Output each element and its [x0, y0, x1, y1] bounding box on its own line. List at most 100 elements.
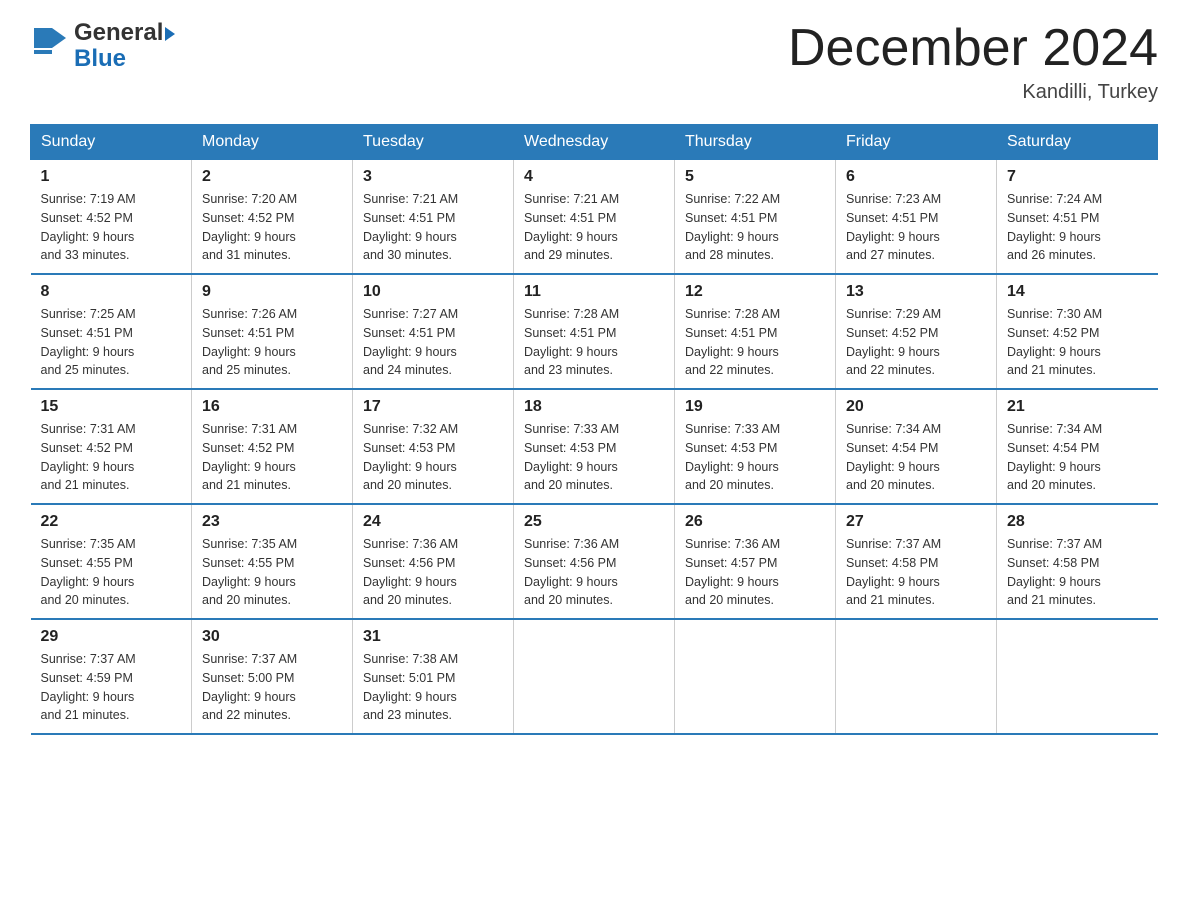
day-info: Sunrise: 7:30 AMSunset: 4:52 PMDaylight:…: [1007, 305, 1148, 380]
weekday-header-sunday: Sunday: [31, 125, 192, 160]
calendar-cell: 27 Sunrise: 7:37 AMSunset: 4:58 PMDayligh…: [836, 504, 997, 619]
day-info: Sunrise: 7:27 AMSunset: 4:51 PMDaylight:…: [363, 305, 503, 380]
day-number: 2: [202, 168, 342, 186]
day-info: Sunrise: 7:26 AMSunset: 4:51 PMDaylight:…: [202, 305, 342, 380]
calendar-cell: 31Sunrise: 7:38 AMSunset: 5:01 PMDayligh…: [353, 619, 514, 734]
calendar-cell: 16 Sunrise: 7:31 AMSunset: 4:52 PMDayligh…: [192, 389, 353, 504]
day-number: 31: [363, 628, 503, 646]
calendar-cell: 8 Sunrise: 7:25 AMSunset: 4:51 PMDaylight…: [31, 274, 192, 389]
day-number: 11: [524, 283, 664, 301]
calendar-cell: 26 Sunrise: 7:36 AMSunset: 4:57 PMDayligh…: [675, 504, 836, 619]
calendar-cell: 7Sunrise: 7:24 AMSunset: 4:51 PMDaylight…: [997, 160, 1158, 275]
day-number: 9: [202, 283, 342, 301]
calendar-cell: 24 Sunrise: 7:36 AMSunset: 4:56 PMDayligh…: [353, 504, 514, 619]
day-info: Sunrise: 7:31 AMSunset: 4:52 PMDaylight:…: [202, 420, 342, 495]
weekday-header-wednesday: Wednesday: [514, 125, 675, 160]
month-title: December 2024: [788, 20, 1158, 77]
day-info: Sunrise: 7:36 AMSunset: 4:56 PMDaylight:…: [363, 535, 503, 610]
day-number: 6: [846, 168, 986, 186]
day-info: Sunrise: 7:36 AMSunset: 4:57 PMDaylight:…: [685, 535, 825, 610]
day-info: Sunrise: 7:21 AMSunset: 4:51 PMDaylight:…: [363, 190, 503, 265]
day-number: 24: [363, 513, 503, 531]
calendar-cell: 11 Sunrise: 7:28 AMSunset: 4:51 PMDayligh…: [514, 274, 675, 389]
day-info: Sunrise: 7:35 AMSunset: 4:55 PMDaylight:…: [202, 535, 342, 610]
calendar-cell: 20Sunrise: 7:34 AMSunset: 4:54 PMDayligh…: [836, 389, 997, 504]
day-number: 1: [41, 168, 182, 186]
calendar-week-3: 15 Sunrise: 7:31 AMSunset: 4:52 PMDayligh…: [31, 389, 1158, 504]
weekday-header-tuesday: Tuesday: [353, 125, 514, 160]
calendar-cell: 29 Sunrise: 7:37 AMSunset: 4:59 PMDayligh…: [31, 619, 192, 734]
day-info: Sunrise: 7:37 AMSunset: 4:59 PMDaylight:…: [41, 650, 182, 725]
day-info: Sunrise: 7:35 AMSunset: 4:55 PMDaylight:…: [41, 535, 182, 610]
day-number: 21: [1007, 398, 1148, 416]
day-info: Sunrise: 7:32 AMSunset: 4:53 PMDaylight:…: [363, 420, 503, 495]
weekday-header-saturday: Saturday: [997, 125, 1158, 160]
day-info: Sunrise: 7:33 AMSunset: 4:53 PMDaylight:…: [685, 420, 825, 495]
day-number: 8: [41, 283, 182, 301]
calendar-cell: 3 Sunrise: 7:21 AMSunset: 4:51 PMDaylight…: [353, 160, 514, 275]
day-number: 12: [685, 283, 825, 301]
calendar-week-4: 22 Sunrise: 7:35 AMSunset: 4:55 PMDayligh…: [31, 504, 1158, 619]
location-title: Kandilli, Turkey: [788, 81, 1158, 104]
day-number: 3: [363, 168, 503, 186]
day-info: Sunrise: 7:31 AMSunset: 4:52 PMDaylight:…: [41, 420, 182, 495]
day-info: Sunrise: 7:28 AMSunset: 4:51 PMDaylight:…: [524, 305, 664, 380]
day-number: 25: [524, 513, 664, 531]
day-number: 5: [685, 168, 825, 186]
day-info: Sunrise: 7:24 AMSunset: 4:51 PMDaylight:…: [1007, 190, 1148, 265]
calendar-cell: 15 Sunrise: 7:31 AMSunset: 4:52 PMDayligh…: [31, 389, 192, 504]
calendar-cell: 18Sunrise: 7:33 AMSunset: 4:53 PMDayligh…: [514, 389, 675, 504]
day-info: Sunrise: 7:33 AMSunset: 4:53 PMDaylight:…: [524, 420, 664, 495]
day-info: Sunrise: 7:28 AMSunset: 4:51 PMDaylight:…: [685, 305, 825, 380]
calendar-cell: 21 Sunrise: 7:34 AMSunset: 4:54 PMDayligh…: [997, 389, 1158, 504]
logo: General Blue: [30, 20, 175, 73]
logo-icon: [30, 24, 74, 68]
day-number: 13: [846, 283, 986, 301]
calendar-cell: 30Sunrise: 7:37 AMSunset: 5:00 PMDayligh…: [192, 619, 353, 734]
page-header: General Blue December 2024 Kandilli, Tur…: [30, 20, 1158, 104]
calendar-cell: [836, 619, 997, 734]
day-number: 29: [41, 628, 182, 646]
day-number: 30: [202, 628, 342, 646]
day-info: Sunrise: 7:34 AMSunset: 4:54 PMDaylight:…: [846, 420, 986, 495]
day-info: Sunrise: 7:25 AMSunset: 4:51 PMDaylight:…: [41, 305, 182, 380]
calendar-cell: 23 Sunrise: 7:35 AMSunset: 4:55 PMDayligh…: [192, 504, 353, 619]
day-number: 22: [41, 513, 182, 531]
day-number: 14: [1007, 283, 1148, 301]
day-number: 17: [363, 398, 503, 416]
day-info: Sunrise: 7:21 AMSunset: 4:51 PMDaylight:…: [524, 190, 664, 265]
day-number: 19: [685, 398, 825, 416]
calendar-cell: 5Sunrise: 7:22 AMSunset: 4:51 PMDaylight…: [675, 160, 836, 275]
day-info: Sunrise: 7:36 AMSunset: 4:56 PMDaylight:…: [524, 535, 664, 610]
weekday-header-friday: Friday: [836, 125, 997, 160]
day-number: 15: [41, 398, 182, 416]
logo-blue-text: Blue: [74, 46, 175, 72]
weekday-header-monday: Monday: [192, 125, 353, 160]
day-info: Sunrise: 7:20 AMSunset: 4:52 PMDaylight:…: [202, 190, 342, 265]
day-number: 4: [524, 168, 664, 186]
calendar-cell: 12 Sunrise: 7:28 AMSunset: 4:51 PMDayligh…: [675, 274, 836, 389]
calendar-cell: [675, 619, 836, 734]
day-number: 16: [202, 398, 342, 416]
calendar-cell: 17 Sunrise: 7:32 AMSunset: 4:53 PMDayligh…: [353, 389, 514, 504]
calendar-cell: 14 Sunrise: 7:30 AMSunset: 4:52 PMDayligh…: [997, 274, 1158, 389]
calendar-cell: 2 Sunrise: 7:20 AMSunset: 4:52 PMDaylight…: [192, 160, 353, 275]
day-number: 27: [846, 513, 986, 531]
calendar-week-5: 29 Sunrise: 7:37 AMSunset: 4:59 PMDayligh…: [31, 619, 1158, 734]
day-info: Sunrise: 7:34 AMSunset: 4:54 PMDaylight:…: [1007, 420, 1148, 495]
calendar-cell: 6Sunrise: 7:23 AMSunset: 4:51 PMDaylight…: [836, 160, 997, 275]
day-number: 23: [202, 513, 342, 531]
day-info: Sunrise: 7:29 AMSunset: 4:52 PMDaylight:…: [846, 305, 986, 380]
day-info: Sunrise: 7:37 AMSunset: 4:58 PMDaylight:…: [846, 535, 986, 610]
calendar-week-1: 1 Sunrise: 7:19 AMSunset: 4:52 PMDaylight…: [31, 160, 1158, 275]
calendar-table: SundayMondayTuesdayWednesdayThursdayFrid…: [30, 124, 1158, 735]
day-number: 26: [685, 513, 825, 531]
weekday-header-thursday: Thursday: [675, 125, 836, 160]
calendar-cell: [997, 619, 1158, 734]
calendar-cell: 28Sunrise: 7:37 AMSunset: 4:58 PMDayligh…: [997, 504, 1158, 619]
calendar-cell: 22 Sunrise: 7:35 AMSunset: 4:55 PMDayligh…: [31, 504, 192, 619]
title-area: December 2024 Kandilli, Turkey: [788, 20, 1158, 104]
calendar-cell: [514, 619, 675, 734]
day-info: Sunrise: 7:19 AMSunset: 4:52 PMDaylight:…: [41, 190, 182, 265]
day-number: 28: [1007, 513, 1148, 531]
